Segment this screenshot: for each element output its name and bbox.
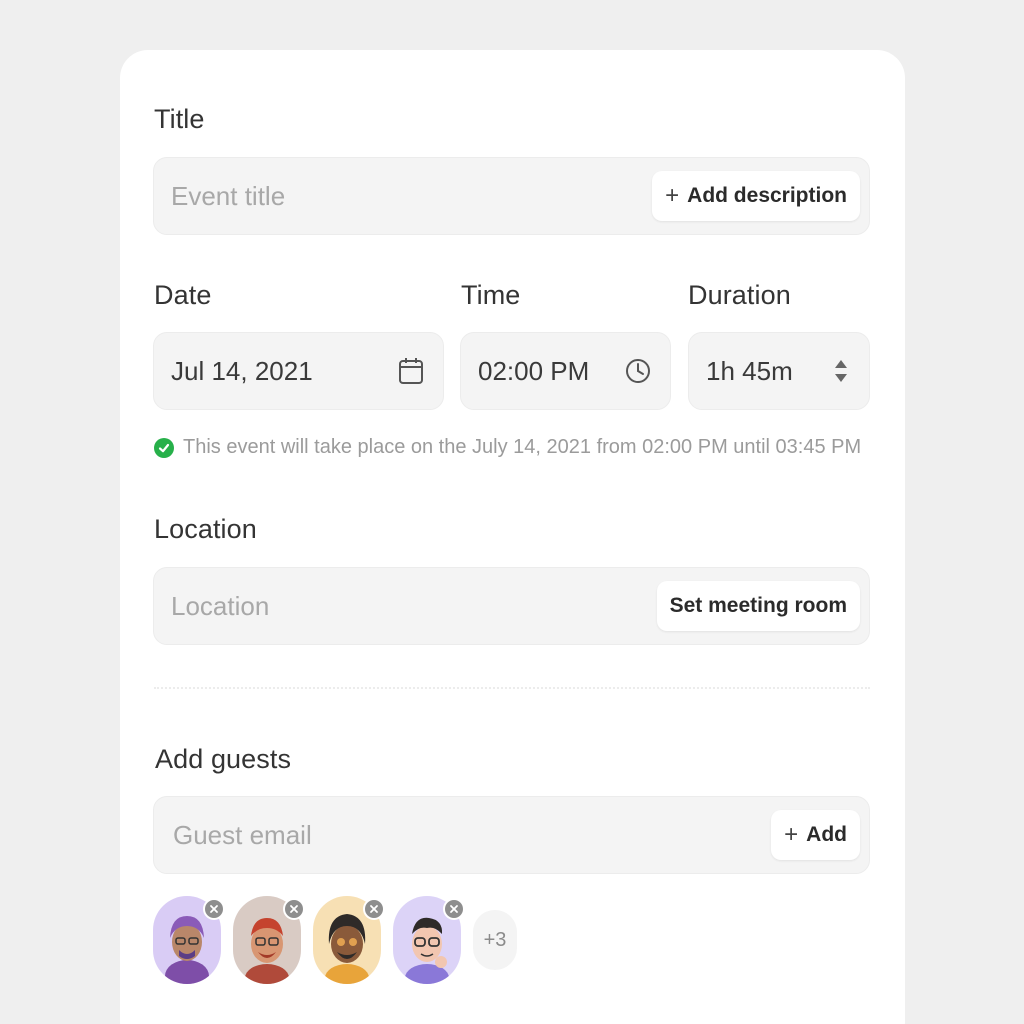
location-field[interactable]: Location Set meeting room [153,567,870,645]
guest-avatar[interactable] [393,896,465,984]
location-label: Location [154,514,257,544]
add-guest-label: Add [806,823,847,846]
guest-email-placeholder[interactable]: Guest email [173,820,771,851]
remove-guest-icon[interactable] [363,898,385,920]
time-field[interactable]: 02:00 PM [460,332,671,410]
check-circle-icon [154,437,174,458]
remove-guest-icon[interactable] [203,898,225,920]
set-meeting-room-button[interactable]: Set meeting room [656,581,860,631]
remove-guest-icon[interactable] [283,898,305,920]
schedule-hint-text: This event will take place on the July 1… [183,436,862,458]
add-description-label: Add description [687,184,847,207]
title-label: Title [154,104,205,134]
plus-icon: + [784,821,799,848]
duration-field[interactable]: 1h 45m [688,332,870,410]
more-guests-count[interactable]: +3 [473,910,517,970]
guest-avatar[interactable] [153,896,225,984]
schedule-hint: This event will take place on the July 1… [154,436,861,459]
add-description-button[interactable]: + Add description [652,171,860,221]
guest-email-field[interactable]: Guest email + Add [153,796,870,874]
duration-label: Duration [688,280,791,310]
stepper-icon[interactable] [827,357,855,385]
guest-avatar[interactable] [233,896,305,984]
add-guests-label: Add guests [155,744,292,774]
duration-value: 1h 45m [706,355,793,386]
date-field[interactable]: Jul 14, 2021 [153,332,444,410]
add-guest-button[interactable]: + Add [771,810,860,860]
guest-avatar[interactable] [313,896,385,984]
section-divider [154,687,870,689]
event-title-field[interactable]: Event title + Add description [153,157,870,235]
location-placeholder[interactable]: Location [171,591,657,622]
remove-guest-icon[interactable] [443,898,465,920]
set-meeting-room-label: Set meeting room [669,594,847,617]
clock-icon[interactable] [624,357,652,385]
plus-icon: + [665,182,680,209]
calendar-icon[interactable] [397,357,425,385]
time-label: Time [461,280,521,310]
time-value: 02:00 PM [478,355,590,386]
date-label: Date [154,280,212,310]
date-value: Jul 14, 2021 [171,355,313,386]
event-title-placeholder[interactable]: Event title [171,181,652,212]
